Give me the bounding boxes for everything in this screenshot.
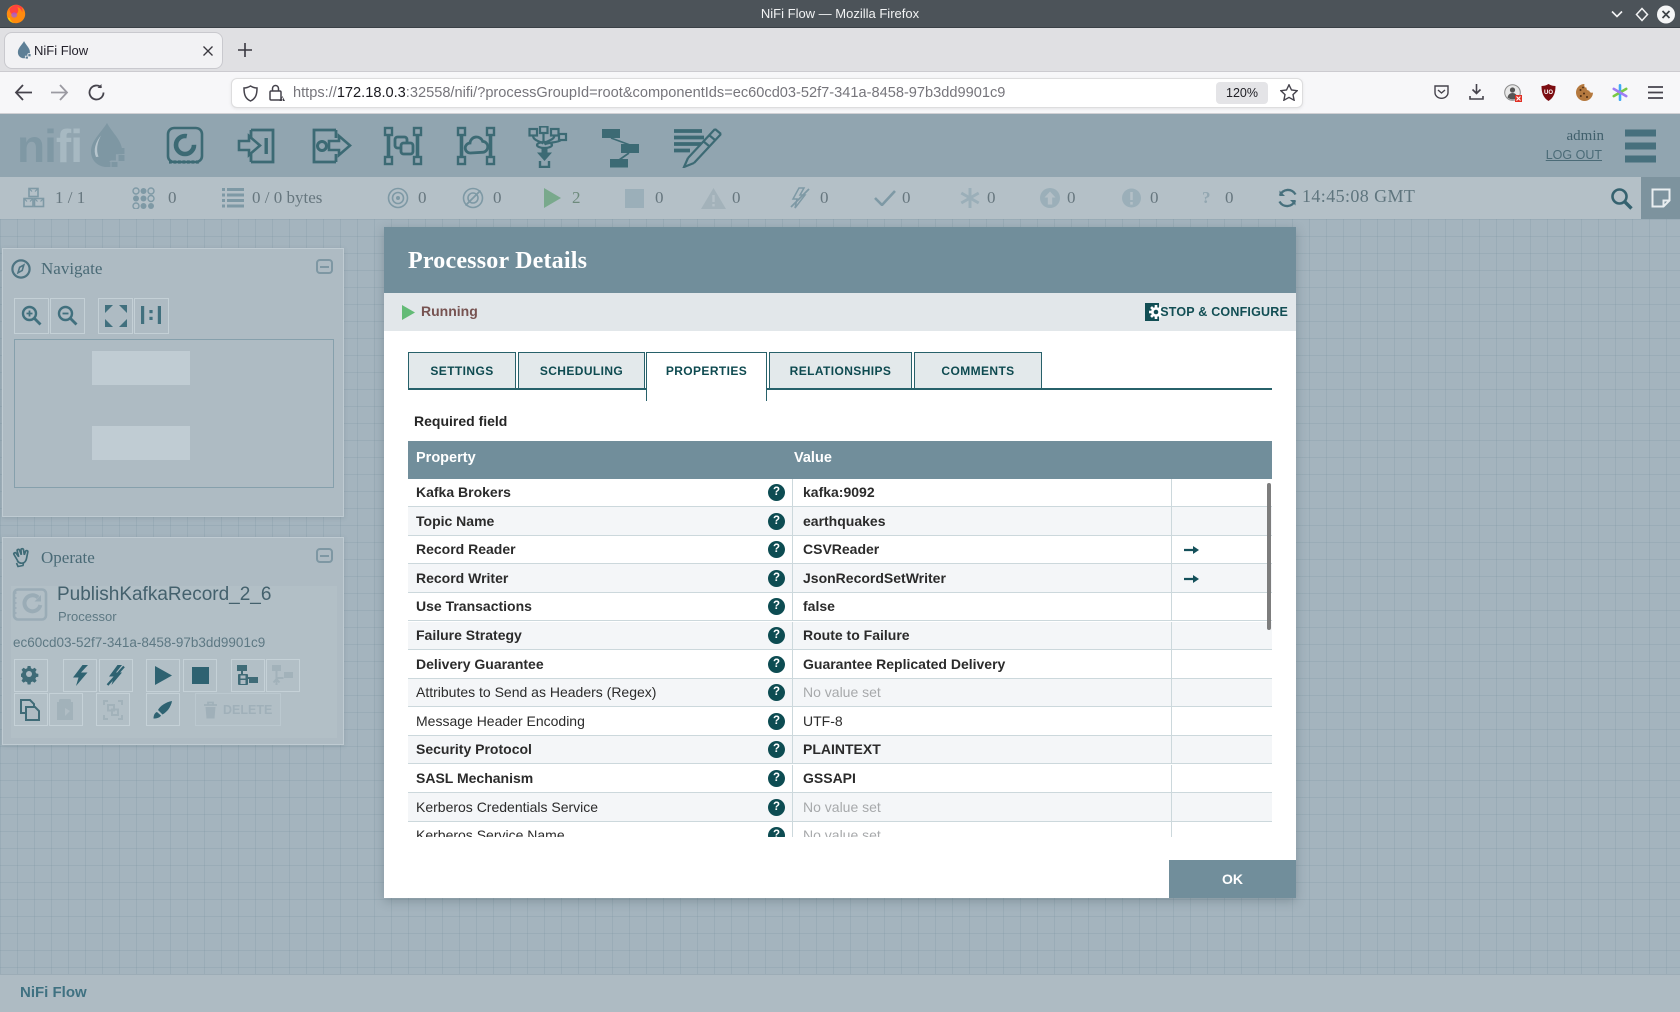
svg-text:UO: UO <box>1544 90 1553 96</box>
